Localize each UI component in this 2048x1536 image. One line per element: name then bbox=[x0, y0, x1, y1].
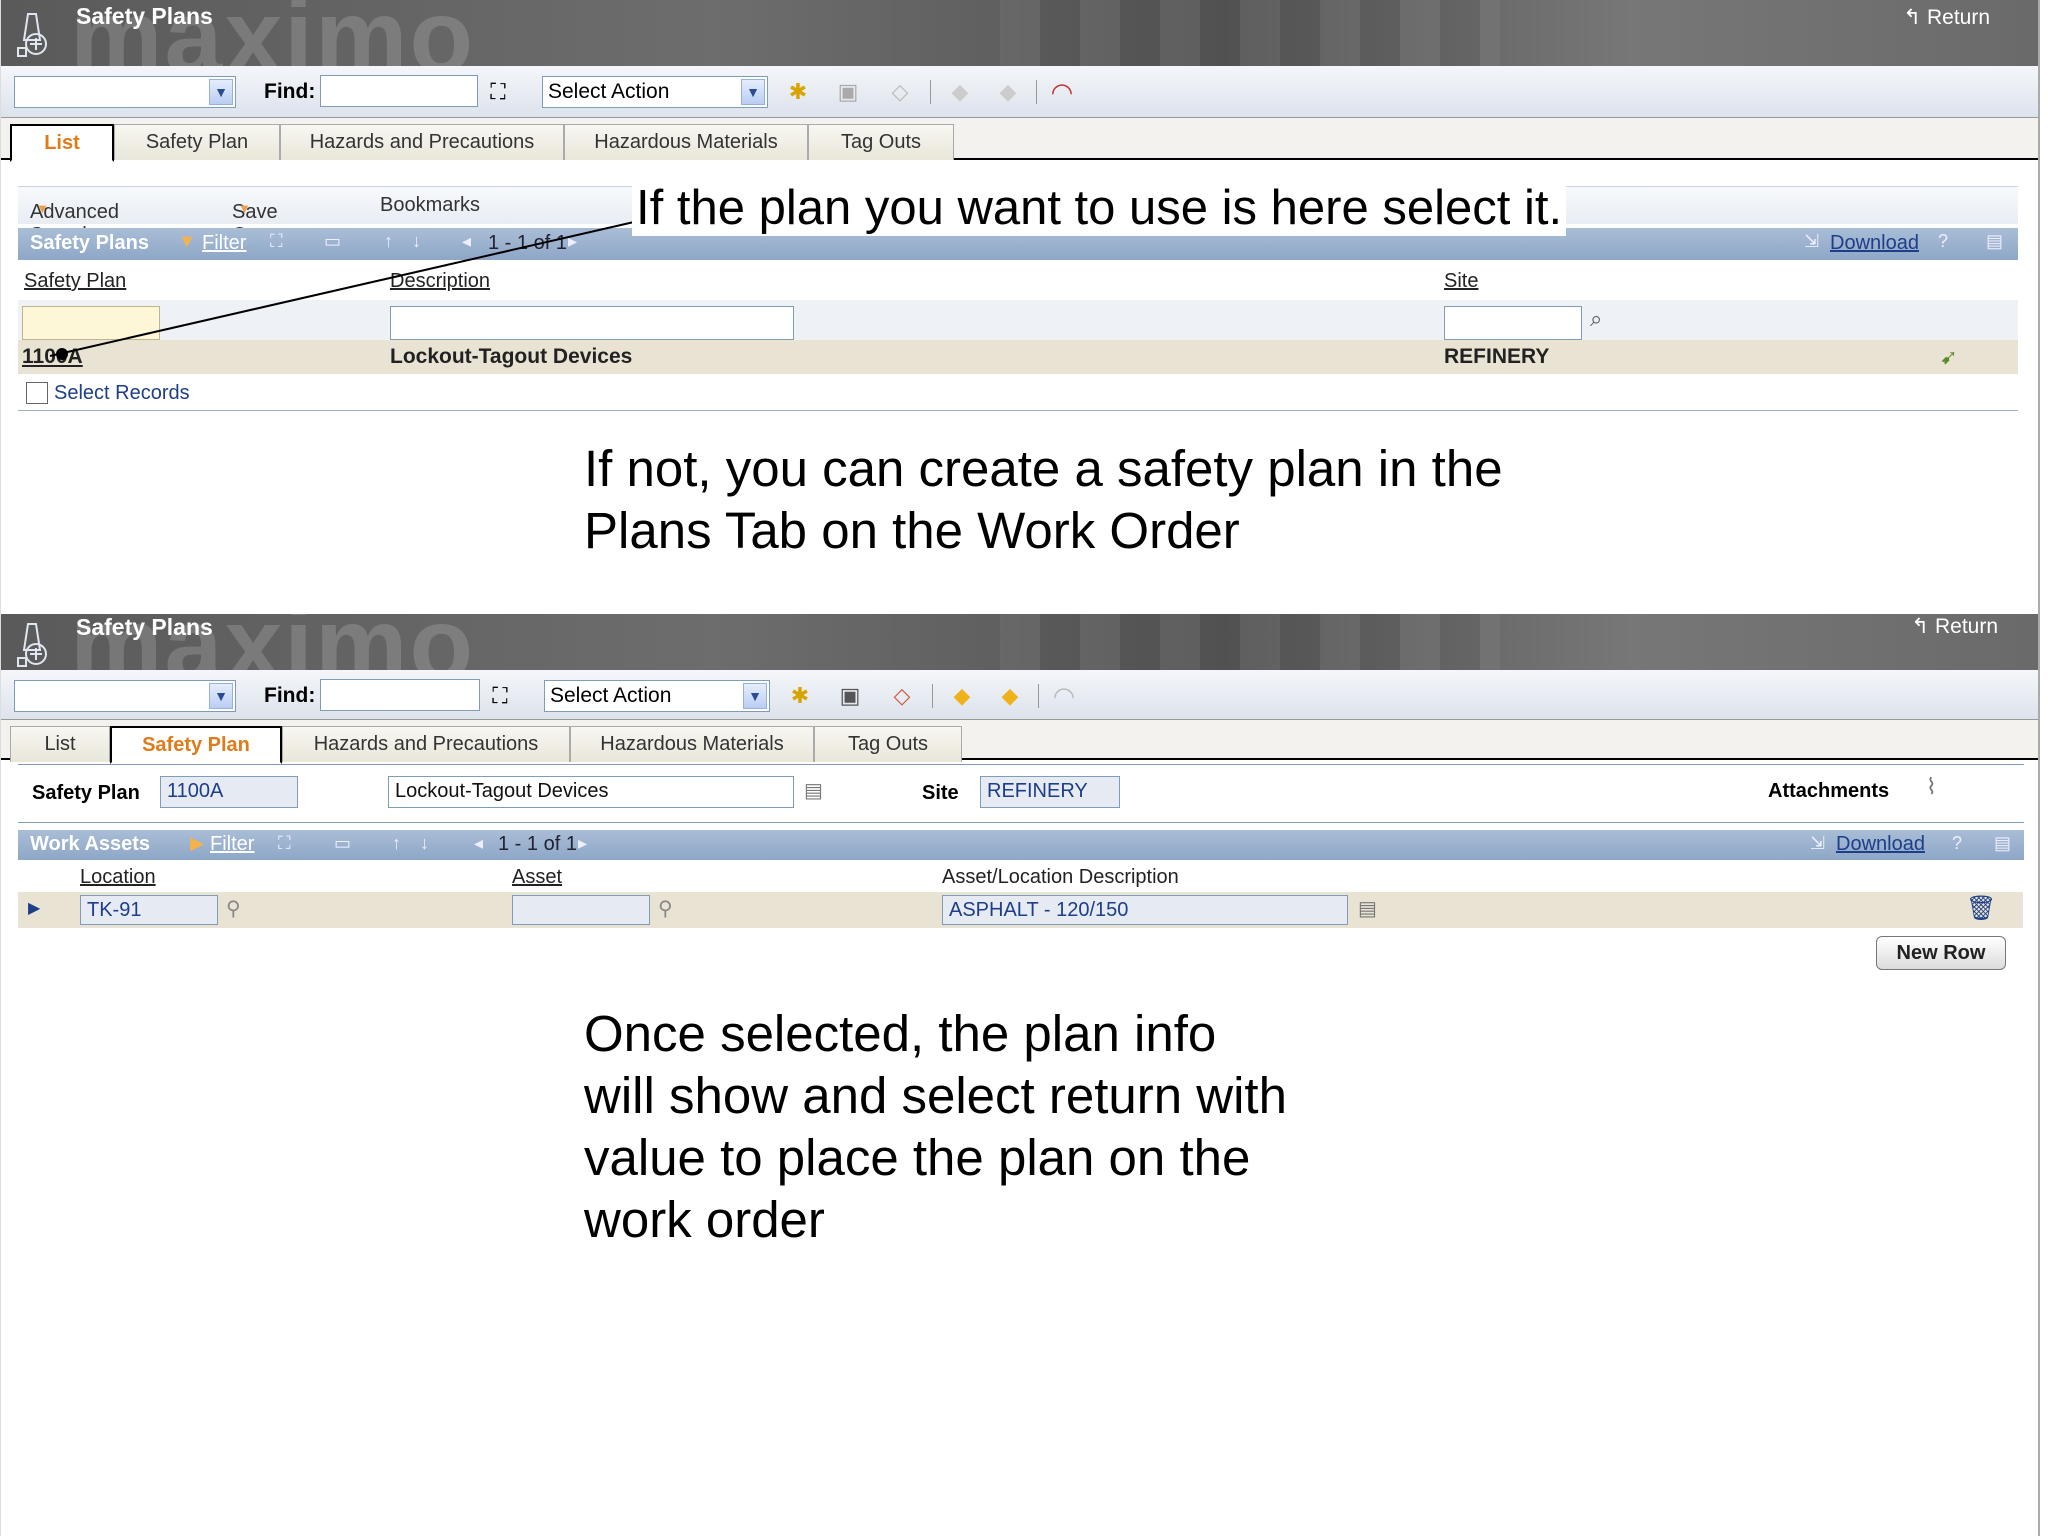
find-input[interactable] bbox=[320, 679, 480, 711]
toolbar-separator bbox=[1038, 684, 1039, 708]
tab-bar: List Safety Plan Hazards and Precautions… bbox=[0, 720, 2040, 764]
select-action-dropdown[interactable]: Select Action ▼ bbox=[544, 680, 770, 712]
chevron-down-icon: ▼ bbox=[743, 683, 767, 709]
title-bar: maximo Safety Plans ↰ Return bbox=[0, 614, 2040, 670]
site-field[interactable]: REFINERY bbox=[980, 776, 1120, 808]
toolbar: ▼ Find: ⛶ Select Action ▼ ✱ ▣ ◇ ◆ ◆ ◠ bbox=[0, 670, 2040, 720]
new-row-button[interactable]: New Row bbox=[1876, 936, 2006, 970]
form-bottom-divider bbox=[18, 822, 2024, 823]
binoculars-icon[interactable]: ⛶ bbox=[278, 833, 291, 854]
annotation-return-with-value: Once selected, the plan info will show a… bbox=[584, 1003, 1287, 1251]
start-center-icon[interactable]: ◠ bbox=[1050, 682, 1078, 710]
paperclip-icon[interactable]: ⌇ bbox=[1926, 774, 1937, 800]
return-button[interactable]: ↰ Return bbox=[1911, 614, 1998, 639]
annotation-create-plan: If not, you can create a safety plan in … bbox=[584, 438, 1503, 562]
long-description-icon[interactable]: ▤ bbox=[1358, 896, 1377, 921]
asset-field[interactable] bbox=[512, 895, 650, 925]
toolbar-separator bbox=[932, 684, 933, 708]
arrow-down-icon[interactable]: ↓ bbox=[420, 833, 429, 854]
annotation-line: Once selected, the plan info bbox=[584, 1005, 1217, 1062]
tab-hazardous-materials[interactable]: Hazardous Materials bbox=[570, 726, 814, 762]
tab-tag-outs[interactable]: Tag Outs bbox=[814, 726, 962, 762]
tab-safety-plan[interactable]: Safety Plan bbox=[110, 726, 282, 764]
next-record-icon[interactable]: ◆ bbox=[996, 682, 1024, 710]
query-dropdown[interactable]: ▼ bbox=[14, 680, 236, 712]
download-link[interactable]: Download bbox=[1836, 833, 1925, 856]
expand-row-icon[interactable]: ▶ bbox=[28, 898, 40, 918]
form-top-divider bbox=[18, 764, 2024, 765]
long-description-icon[interactable]: ▤ bbox=[804, 778, 823, 803]
screenshot-safety-plan-tab: maximo Safety Plans ↰ Return ▼ Find: ⛶ S… bbox=[0, 614, 2048, 970]
location-field[interactable]: TK-91 bbox=[80, 895, 218, 925]
help-icon[interactable]: ? bbox=[1952, 833, 1962, 854]
location-lookup-icon[interactable]: ⚲ bbox=[226, 896, 241, 921]
chevron-down-icon: ▼ bbox=[209, 683, 233, 709]
clear-changes-icon[interactable]: ◇ bbox=[888, 682, 916, 710]
annotation-line: will show and select return with bbox=[584, 1067, 1287, 1124]
previous-record-icon[interactable]: ◆ bbox=[948, 682, 976, 710]
annotation-line: Plans Tab on the Work Order bbox=[584, 502, 1240, 559]
title-decoration bbox=[1000, 614, 1500, 670]
column-header-location[interactable]: Location bbox=[80, 866, 156, 889]
find-label: Find: bbox=[264, 684, 316, 707]
return-arrow-icon: ↰ bbox=[1911, 615, 1929, 638]
site-label: Site bbox=[922, 782, 959, 804]
work-assets-table-header: Work Assets ▶ Filter ⛶ ▭ ↑ ↓ ◂ 1 - 1 of … bbox=[18, 830, 2024, 860]
column-header-asset-location-description: Asset/Location Description bbox=[942, 866, 1179, 888]
tab-list[interactable]: List bbox=[10, 124, 114, 162]
annotation-line: work order bbox=[584, 1191, 825, 1248]
previous-page-icon[interactable]: ◂ bbox=[474, 833, 483, 854]
binoculars-icon[interactable]: ⛶ bbox=[486, 682, 514, 710]
filter-link[interactable]: Filter bbox=[210, 833, 254, 856]
download-icon: ⇲ bbox=[1810, 833, 1826, 853]
select-action-label: Select Action bbox=[550, 684, 672, 707]
column-header-asset[interactable]: Asset bbox=[512, 866, 562, 889]
return-label: Return bbox=[1934, 614, 1998, 638]
clear-filter-icon[interactable]: ▭ bbox=[334, 833, 351, 854]
paging-text: 1 - 1 of 1 bbox=[498, 833, 577, 855]
tab-hazards-and-precautions[interactable]: Hazards and Precautions bbox=[282, 726, 570, 762]
safety-plan-label: Safety Plan bbox=[32, 782, 140, 804]
annotation-line: If not, you can create a safety plan in … bbox=[584, 440, 1503, 497]
filter-icon: ▶ bbox=[190, 833, 204, 853]
asset-location-description-field[interactable]: ASPHALT - 120/150 bbox=[942, 895, 1348, 925]
save-icon[interactable]: ▣ bbox=[836, 682, 864, 710]
attachments-label[interactable]: Attachments bbox=[1768, 780, 1889, 803]
asset-lookup-icon[interactable]: ⚲ bbox=[658, 896, 673, 921]
description-field[interactable]: Lockout-Tagout Devices bbox=[388, 776, 794, 808]
next-page-icon[interactable]: ▸ bbox=[578, 833, 587, 854]
table-title: Work Assets bbox=[30, 833, 151, 855]
app-title: Safety Plans bbox=[76, 614, 213, 640]
annotation-line: value to place the plan on the bbox=[584, 1129, 1251, 1186]
safety-plan-field[interactable]: 1100A bbox=[160, 776, 298, 808]
arrow-up-icon[interactable]: ↑ bbox=[392, 833, 401, 854]
annotation-select-plan: If the plan you want to use is here sele… bbox=[632, 180, 1567, 236]
trash-icon[interactable]: 🗑 bbox=[1966, 894, 1996, 923]
new-record-icon[interactable]: ✱ bbox=[786, 682, 814, 710]
table-row: ▶ TK-91 ⚲ ⚲ ASPHALT - 120/150 ▤ 🗑 bbox=[18, 892, 2023, 928]
tab-list[interactable]: List bbox=[10, 726, 110, 762]
maximize-table-icon[interactable]: ▤ bbox=[1994, 833, 2011, 854]
app-logo-icon bbox=[17, 623, 47, 667]
